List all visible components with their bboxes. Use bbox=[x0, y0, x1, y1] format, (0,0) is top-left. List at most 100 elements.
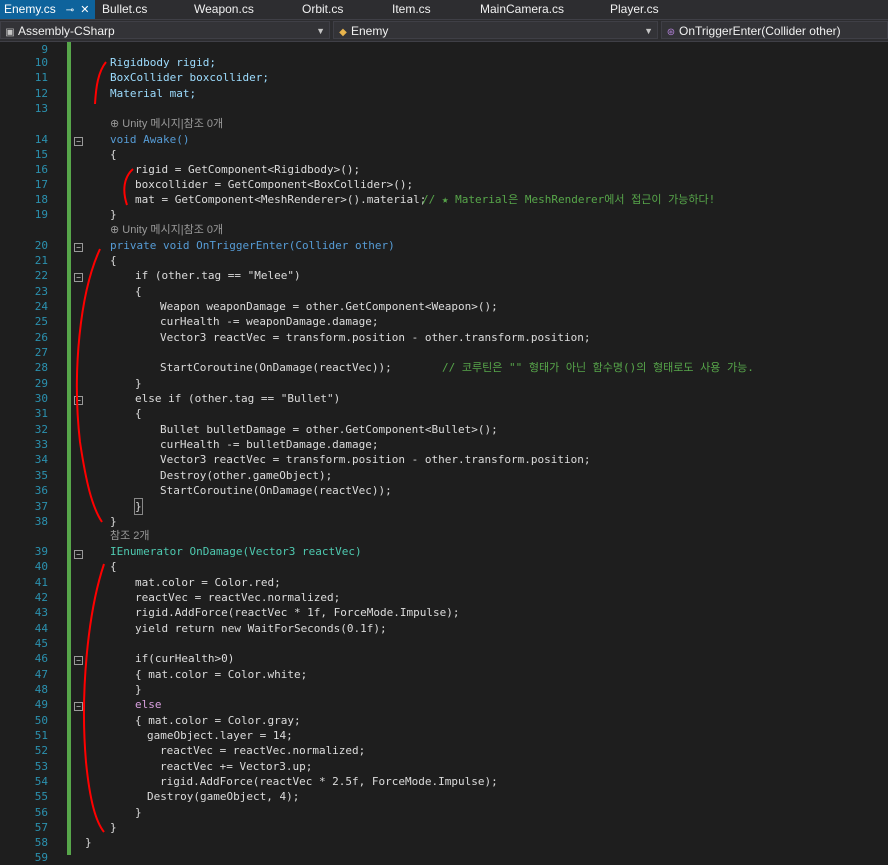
code-line-40: { bbox=[110, 560, 117, 573]
code-line-26: Vector3 reactVec = transform.position - … bbox=[160, 331, 591, 344]
line-number: 35 bbox=[34, 469, 48, 482]
line-number: 31 bbox=[34, 407, 48, 420]
line-number: 42 bbox=[34, 591, 48, 604]
line-number: 38 bbox=[34, 515, 48, 528]
line-number: 58 bbox=[34, 836, 48, 849]
tab-item-cs[interactable]: Item.cs bbox=[392, 0, 431, 19]
line-number: 21 bbox=[34, 254, 48, 267]
line-number: 12 bbox=[34, 87, 48, 100]
line-number: 53 bbox=[34, 760, 48, 773]
collapse-toggle-trigger[interactable]: − bbox=[74, 243, 83, 252]
code-line-52: reactVec = reactVec.normalized; bbox=[160, 744, 366, 757]
line-number: 30 bbox=[34, 392, 48, 405]
line-number: 43 bbox=[34, 606, 48, 619]
annotation-mark-ondamage bbox=[83, 563, 105, 833]
line-number: 17 bbox=[34, 178, 48, 191]
change-margin bbox=[67, 42, 71, 855]
line-number: 18 bbox=[34, 193, 48, 206]
code-line-23: { bbox=[135, 285, 142, 298]
tab-orbit-cs[interactable]: Orbit.cs bbox=[302, 0, 343, 19]
tab-bullet-cs[interactable]: Bullet.cs bbox=[102, 0, 147, 19]
line-number: 54 bbox=[34, 775, 48, 788]
line-number: 45 bbox=[34, 637, 48, 650]
line-number: 47 bbox=[34, 668, 48, 681]
collapse-toggle-ondamage[interactable]: − bbox=[74, 550, 83, 559]
codelens-trigger[interactable]: ⊕ Unity 메시지|참조 0개 bbox=[110, 223, 223, 238]
line-number: 26 bbox=[34, 331, 48, 344]
annotation-mark-trigger bbox=[75, 248, 103, 523]
code-line-31: { bbox=[135, 407, 142, 420]
class-dropdown[interactable]: ◆ Enemy ▼ bbox=[333, 21, 658, 39]
code-editor[interactable]: 9 10 11 12 13 14 15 16 17 18 19 20 21 22 23 24 25 26 27 28 2… bbox=[0, 42, 888, 864]
tab-enemy-cs[interactable]: Enemy.cs ⊸ ✕ bbox=[0, 0, 96, 20]
code-line-34: Vector3 reactVec = transform.position - … bbox=[160, 453, 591, 466]
line-number: 41 bbox=[34, 576, 48, 589]
line-number: 52 bbox=[34, 744, 48, 757]
line-number: 34 bbox=[34, 453, 48, 466]
code-line-25: curHealth -= weaponDamage.damage; bbox=[160, 315, 379, 328]
line-number: 10 bbox=[34, 56, 48, 69]
member-dropdown[interactable]: ⊛ OnTriggerEnter(Collider other) bbox=[661, 21, 888, 39]
code-line-51: gameObject.layer = 14; bbox=[147, 729, 293, 742]
chevron-down-icon: ▼ bbox=[644, 26, 653, 36]
codelens-ondamage[interactable]: 참조 2개 bbox=[110, 529, 150, 544]
code-line-15: { bbox=[110, 148, 117, 161]
comment-line-18: // ★ Material은 MeshRenderer에서 접근이 가능하다! bbox=[422, 193, 716, 206]
code-line-10: Rigidbody rigid; bbox=[110, 56, 216, 69]
line-number: 27 bbox=[34, 346, 48, 359]
code-line-42: reactVec = reactVec.normalized; bbox=[135, 591, 341, 604]
pin-icon[interactable]: ⊸ bbox=[66, 1, 74, 20]
unity-icon: ⊕ bbox=[110, 224, 120, 236]
code-line-20: private void OnTriggerEnter(Collider oth… bbox=[110, 239, 395, 252]
close-icon[interactable]: ✕ bbox=[80, 1, 89, 20]
line-number: 50 bbox=[34, 714, 48, 727]
code-line-49: else bbox=[135, 698, 162, 711]
code-line-24: Weapon weaponDamage = other.GetComponent… bbox=[160, 300, 498, 313]
csharp-project-icon: ▣ bbox=[5, 27, 15, 38]
member-label: OnTriggerEnter(Collider other) bbox=[679, 24, 841, 38]
collapse-toggle-else[interactable]: − bbox=[74, 702, 83, 711]
collapse-toggle-awake[interactable]: − bbox=[74, 137, 83, 146]
code-line-18: mat = GetComponent<MeshRenderer>().mater… bbox=[135, 193, 427, 206]
code-line-21: { bbox=[110, 254, 117, 267]
line-number: 46 bbox=[34, 652, 48, 665]
navigation-bar: ▣ Assembly-CSharp ▼ ◆ Enemy ▼ ⊛ OnTriggerEnte… bbox=[0, 20, 888, 42]
line-number: 16 bbox=[34, 163, 48, 176]
code-line-14: void Awake() bbox=[110, 133, 190, 146]
line-number: 36 bbox=[34, 484, 48, 497]
tab-weapon-cs[interactable]: Weapon.cs bbox=[194, 0, 254, 19]
line-number: 56 bbox=[34, 806, 48, 819]
line-number: 20 bbox=[34, 239, 48, 252]
tab-maincamera-cs[interactable]: MainCamera.cs bbox=[480, 0, 564, 19]
project-dropdown[interactable]: ▣ Assembly-CSharp ▼ bbox=[0, 21, 330, 39]
line-number: 15 bbox=[34, 148, 48, 161]
document-tab-bar: Enemy.cs ⊸ ✕ Bullet.cs Weapon.cs Orbit.cs … bbox=[0, 0, 888, 20]
code-line-46: if(curHealth>0) bbox=[135, 652, 235, 665]
line-number: 14 bbox=[34, 133, 48, 146]
code-line-43: rigid.AddForce(reactVec * 1f, ForceMode.… bbox=[135, 606, 460, 619]
code-line-55: Destroy(gameObject, 4); bbox=[147, 790, 300, 803]
line-number: 48 bbox=[34, 683, 48, 696]
code-line-54: rigid.AddForce(reactVec * 2.5f, ForceMod… bbox=[160, 775, 498, 788]
line-number: 55 bbox=[34, 790, 48, 803]
code-line-33: curHealth -= bulletDamage.damage; bbox=[160, 438, 379, 451]
tab-player-cs[interactable]: Player.cs bbox=[610, 0, 659, 19]
line-number: 29 bbox=[34, 377, 48, 390]
comment-line-28: // 코루틴은 "" 형태가 아닌 함수명()의 형태로도 사용 가능. bbox=[442, 361, 754, 374]
code-line-57: } bbox=[110, 821, 117, 834]
code-line-35: Destroy(other.gameObject); bbox=[160, 469, 333, 482]
collapse-toggle-elseif[interactable]: − bbox=[74, 396, 83, 405]
collapse-toggle-if-health[interactable]: − bbox=[74, 656, 83, 665]
line-number: 28 bbox=[34, 361, 48, 374]
line-number: 24 bbox=[34, 300, 48, 313]
line-number: 13 bbox=[34, 102, 48, 115]
line-number: 19 bbox=[34, 208, 48, 221]
line-number: 33 bbox=[34, 438, 48, 451]
code-line-22: if (other.tag == "Melee") bbox=[135, 269, 301, 282]
codelens-awake[interactable]: ⊕ Unity 메시지|참조 0개 bbox=[110, 117, 223, 132]
collapse-toggle-if[interactable]: − bbox=[74, 273, 83, 282]
line-number: 11 bbox=[34, 71, 48, 84]
code-line-53: reactVec += Vector3.up; bbox=[160, 760, 313, 773]
line-number: 37 bbox=[34, 500, 48, 513]
code-line-48: } bbox=[135, 683, 142, 696]
